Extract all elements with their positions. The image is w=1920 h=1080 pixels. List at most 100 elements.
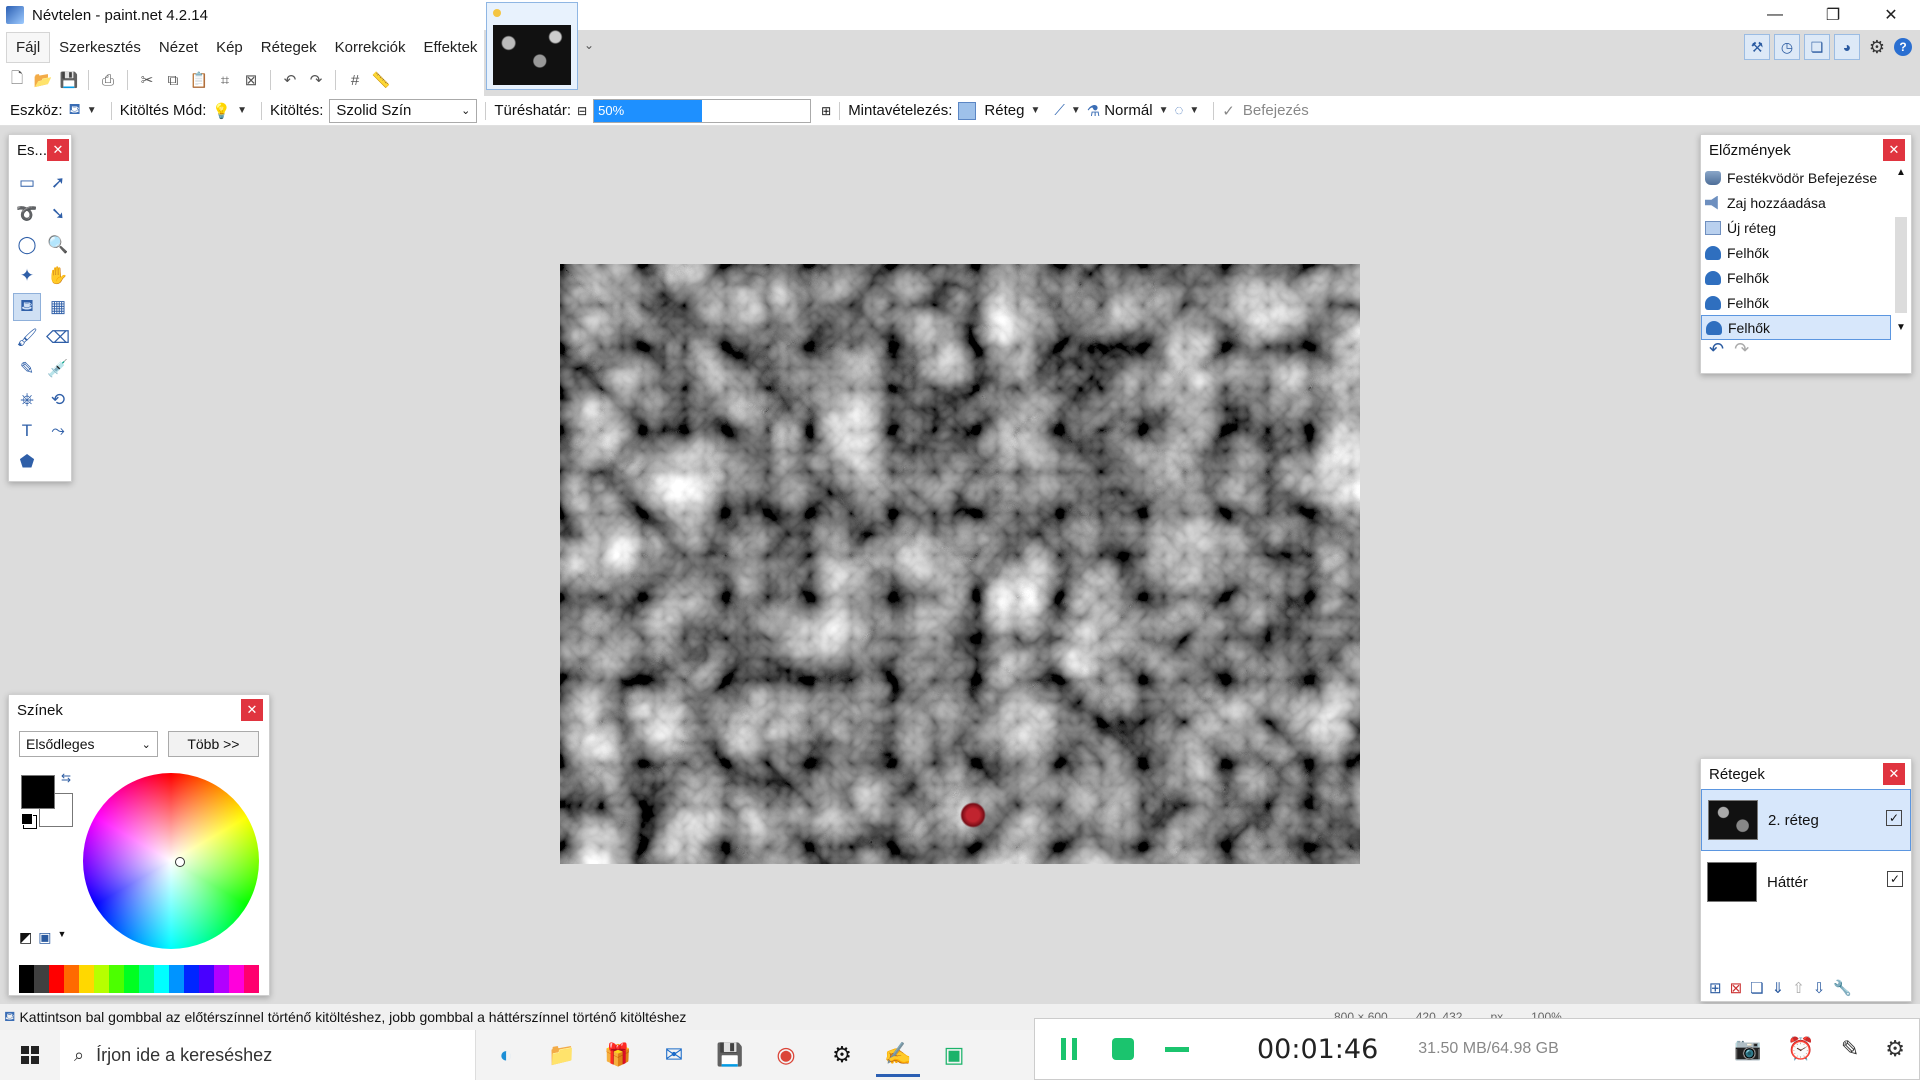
tools-toggle-icon[interactable]: ⚒ bbox=[1744, 34, 1770, 60]
history-item[interactable]: Új réteg bbox=[1701, 215, 1911, 240]
start-button[interactable] bbox=[0, 1030, 60, 1080]
layer-visibility-checkbox[interactable]: ✓ bbox=[1886, 810, 1902, 826]
history-item[interactable]: Zaj hozzáadása bbox=[1701, 190, 1911, 215]
history-undo-icon[interactable]: ↶ bbox=[1709, 339, 1724, 360]
primary-color-swatch[interactable] bbox=[21, 775, 55, 809]
clone-stamp-icon[interactable]: ⎈ bbox=[13, 386, 41, 414]
shapes-icon[interactable]: ⬟ bbox=[13, 448, 41, 476]
selection-mode-icon[interactable]: ◌ bbox=[1174, 102, 1183, 119]
restore-button[interactable]: ❐ bbox=[1804, 0, 1862, 30]
history-close-icon[interactable]: ✕ bbox=[1883, 139, 1905, 161]
gradient-icon[interactable]: ▦ bbox=[44, 293, 72, 321]
palette-swatch[interactable] bbox=[19, 965, 34, 993]
more-colors-button[interactable]: Több >> bbox=[167, 731, 259, 757]
file-explorer-icon[interactable]: 📁 bbox=[540, 1033, 584, 1077]
move-selected-icon[interactable]: ➘ bbox=[44, 200, 72, 228]
redo-icon[interactable]: ↷ bbox=[305, 69, 327, 91]
fill-mode-icon[interactable]: 💡 bbox=[212, 102, 231, 120]
menu-edit[interactable]: Szerkesztés bbox=[50, 33, 150, 62]
blend-mode-icon[interactable]: ⚗ bbox=[1087, 102, 1100, 120]
menu-effects[interactable]: Effektek bbox=[415, 33, 487, 62]
lasso-icon[interactable]: ➰ bbox=[13, 200, 41, 228]
menu-layers[interactable]: Rétegek bbox=[252, 33, 326, 62]
scroll-up-icon[interactable]: ▲ bbox=[1893, 167, 1909, 178]
history-item-selected[interactable]: Felhők bbox=[1701, 315, 1891, 340]
menu-adjustments[interactable]: Korrekciók bbox=[326, 33, 415, 62]
palette-swatch[interactable] bbox=[64, 965, 79, 993]
finish-button[interactable]: Befejezés bbox=[1243, 102, 1309, 119]
pencil-icon[interactable]: ✎ bbox=[13, 355, 41, 383]
canvas-area[interactable] bbox=[0, 126, 1920, 1010]
palette-swatch[interactable] bbox=[79, 965, 94, 993]
move-layer-down-icon[interactable]: ⇩ bbox=[1813, 979, 1826, 997]
menu-file[interactable]: Fájl bbox=[6, 31, 51, 63]
palette-swatch[interactable] bbox=[244, 965, 259, 993]
history-item[interactable]: Felhők bbox=[1701, 240, 1911, 265]
sampling-layer-icon[interactable] bbox=[958, 101, 977, 120]
layer-properties-icon[interactable]: 🔧 bbox=[1833, 979, 1852, 997]
sampling-value[interactable]: Réteg bbox=[984, 102, 1024, 119]
text-icon[interactable]: T bbox=[13, 417, 41, 445]
palette-menu-icon[interactable]: ▣ bbox=[38, 929, 51, 946]
layer-row[interactable]: 2. réteg ✓ bbox=[1701, 789, 1911, 851]
duplicate-layer-icon[interactable]: ❏ bbox=[1750, 979, 1763, 997]
settings-icon[interactable]: ⚙ bbox=[820, 1033, 864, 1077]
palette-swatch[interactable] bbox=[124, 965, 139, 993]
image-tab[interactable] bbox=[486, 2, 578, 90]
palette-swatch[interactable] bbox=[94, 965, 109, 993]
swap-colors-icon[interactable]: ⇆ bbox=[61, 771, 71, 785]
mail-icon[interactable]: ✉ bbox=[652, 1033, 696, 1077]
selection-mode-dropdown-icon[interactable]: ▼ bbox=[1189, 105, 1199, 116]
chrome-icon[interactable]: ◉ bbox=[764, 1033, 808, 1077]
edit-icon[interactable]: ✎ bbox=[1841, 1036, 1859, 1062]
minimize-recorder-icon[interactable] bbox=[1157, 1029, 1197, 1069]
palette-swatch[interactable] bbox=[139, 965, 154, 993]
palette-swatch[interactable] bbox=[34, 965, 49, 993]
delete-layer-icon[interactable]: ⊠ bbox=[1730, 979, 1743, 997]
new-file-icon[interactable]: 🗋 bbox=[6, 69, 28, 91]
close-button[interactable]: ✕ bbox=[1862, 0, 1920, 30]
deselect-icon[interactable]: ⊠ bbox=[240, 69, 262, 91]
paintnet-taskbar-icon[interactable]: ✍ bbox=[876, 1033, 920, 1077]
palette-swatch[interactable] bbox=[109, 965, 124, 993]
alarm-clock-icon[interactable]: ⏰ bbox=[1787, 1036, 1814, 1062]
minimize-button[interactable]: — bbox=[1746, 0, 1804, 30]
antialias-icon[interactable]: ⟋ bbox=[1054, 102, 1065, 119]
crop-icon[interactable]: ⌗ bbox=[214, 69, 236, 91]
menu-view[interactable]: Nézet bbox=[150, 33, 207, 62]
colors-toggle-icon[interactable]: ◕ bbox=[1834, 34, 1860, 60]
blend-mode-value[interactable]: Normál bbox=[1104, 102, 1152, 119]
menu-image[interactable]: Kép bbox=[207, 33, 252, 62]
save-app-icon[interactable]: 💾 bbox=[708, 1033, 752, 1077]
settings-gear-icon[interactable]: ⚙ bbox=[1864, 34, 1890, 60]
eraser-icon[interactable]: ⌫ bbox=[44, 324, 72, 352]
palette-swatch[interactable] bbox=[199, 965, 214, 993]
taskbar-search[interactable]: ⌕ Írjon ide a kereséshez bbox=[60, 1030, 476, 1080]
pause-icon[interactable] bbox=[1049, 1029, 1089, 1069]
history-item[interactable]: Felhők bbox=[1701, 265, 1911, 290]
palette-picker-icon[interactable]: ◩ bbox=[19, 929, 32, 946]
paintbrush-icon[interactable]: 🖌 bbox=[13, 324, 41, 352]
save-file-icon[interactable]: 💾 bbox=[58, 69, 80, 91]
tool-dropdown-icon[interactable]: ▼ bbox=[87, 105, 97, 116]
colors-close-icon[interactable]: ✕ bbox=[241, 699, 263, 721]
line-curve-icon[interactable]: ⤳ bbox=[44, 417, 72, 445]
color-mode-select[interactable]: Elsődleges ⌄ bbox=[19, 731, 158, 757]
palette-swatch[interactable] bbox=[184, 965, 199, 993]
print-icon[interactable]: ⎙ bbox=[97, 69, 119, 91]
tolerance-minus-icon[interactable]: ⊟ bbox=[577, 104, 587, 118]
ruler-icon[interactable]: 📏 bbox=[370, 69, 392, 91]
tolerance-plus-icon[interactable]: ⊞ bbox=[821, 104, 831, 118]
palette-swatch[interactable] bbox=[229, 965, 244, 993]
gift-icon[interactable]: 🎁 bbox=[596, 1033, 640, 1077]
stop-icon[interactable] bbox=[1103, 1029, 1143, 1069]
edge-icon[interactable]: ◐ bbox=[484, 1033, 528, 1077]
color-wheel[interactable] bbox=[83, 773, 259, 949]
zoom-icon[interactable]: 🔍 bbox=[44, 231, 72, 259]
magic-wand-icon[interactable]: ✦ bbox=[13, 262, 41, 290]
tab-dropdown-icon[interactable]: ⌄ bbox=[584, 38, 594, 52]
recorder-taskbar-icon[interactable]: ▣ bbox=[932, 1033, 976, 1077]
cut-icon[interactable]: ✂ bbox=[136, 69, 158, 91]
move-selection-icon[interactable]: ➚ bbox=[44, 169, 72, 197]
palette-swatch[interactable] bbox=[154, 965, 169, 993]
